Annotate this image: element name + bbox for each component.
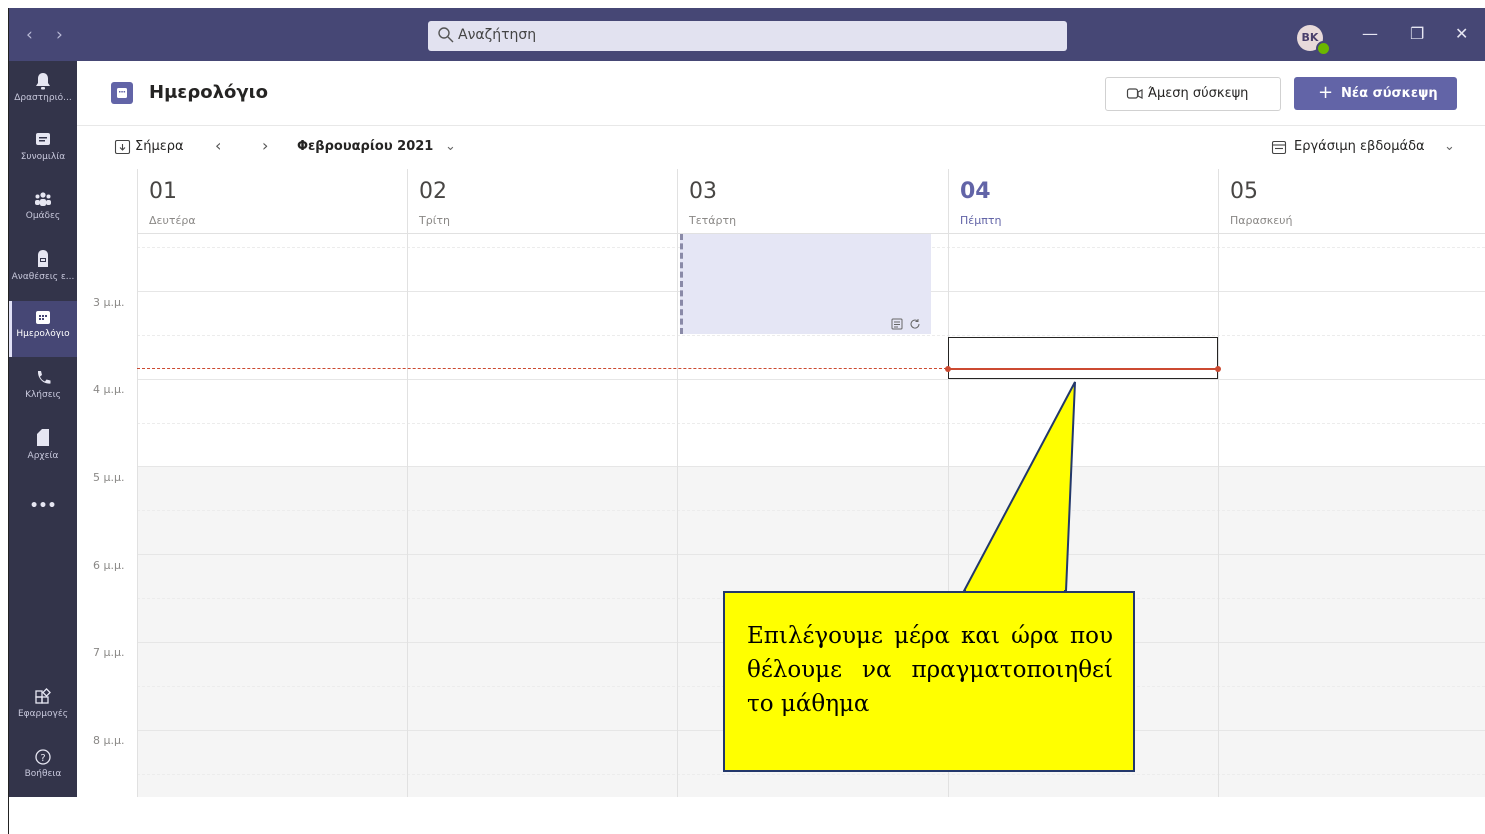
annotation-callout: Επιλέγουμε μέρα και ώρα που θέλουμε να π… <box>723 591 1135 772</box>
callout-text: Επιλέγουμε μέρα και ώρα που θέλουμε να π… <box>747 623 1113 717</box>
